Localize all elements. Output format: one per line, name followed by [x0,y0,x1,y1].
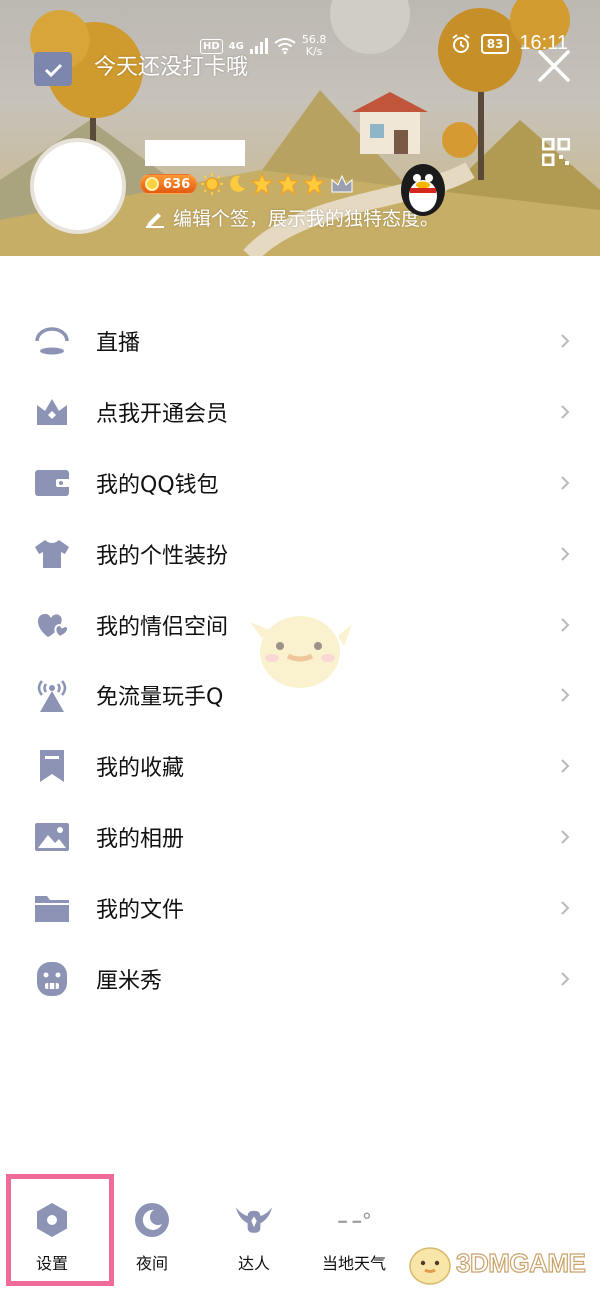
chevron-right-icon [561,830,570,844]
menu-label: 直播 [96,331,141,357]
night-mode-button[interactable]: 夜间 [102,1200,202,1274]
checkin-prompt[interactable]: 今天还没打卡哦 [94,52,248,84]
network-type: 4G [228,40,244,52]
bookmark-icon [32,746,72,786]
chick-mascot-watermark [250,616,352,688]
avatar[interactable] [30,138,126,234]
menu-item-cmshow[interactable]: 厘米秀 [0,943,600,1014]
nickname-redacted [145,140,245,166]
sun-icon [201,173,224,195]
level-badge: 636 [140,174,198,194]
chevron-right-icon [561,971,570,986]
coin-icon [145,177,159,191]
network-speed: 56.8 K/s [301,33,327,58]
menu-label: 我的情侣空间 [96,614,229,640]
night-moon-icon [132,1200,172,1240]
weather-label: 当地天气 [321,1254,386,1273]
menu-item-theme[interactable]: 我的个性装扮 [0,518,600,589]
star-icon [303,173,326,195]
chevron-right-icon [561,405,570,419]
night-label: 夜间 [135,1254,168,1273]
settings-highlight-box [6,1174,114,1286]
qr-code-icon[interactable] [542,138,570,166]
weather-temperature-icon [334,1200,374,1240]
local-weather-button[interactable]: 当地天气 [304,1200,404,1274]
menu-item-favorites[interactable]: 我的收藏 [0,731,600,802]
menu-item-vip[interactable]: 点我开通会员 [0,377,600,448]
expert-label: 达人 [237,1254,270,1273]
watermark-text: 3DMGAME [455,1247,586,1278]
wifi-icon [274,38,296,54]
cmshow-face-icon [32,959,72,999]
menu-label: 免流量玩手Q [96,685,224,711]
moon-icon [230,175,246,192]
chevron-right-icon [561,901,570,915]
star-icon [277,173,300,195]
menu-label: 我的QQ钱包 [96,472,219,498]
menu-label: 我的相册 [96,826,185,852]
hearts-icon [32,605,72,645]
vip-crown-icon [32,392,72,432]
chevron-right-icon [561,547,570,561]
expert-wings-icon [234,1200,274,1240]
alarm-icon [452,33,470,53]
qq-penguin-icon[interactable] [388,150,458,220]
level-badges[interactable]: 636 [140,172,355,196]
pencil-icon [146,212,164,228]
folder-icon [32,888,72,928]
chevron-right-icon [561,617,570,632]
menu-label: 厘米秀 [96,968,163,994]
menu-label: 我的收藏 [96,756,185,782]
menu-item-album[interactable]: 我的相册 [0,802,600,873]
close-icon[interactable] [536,48,572,84]
profile-header: HD 4G 56.8 K/s 83 16:11 今天还没打卡哦 636 编辑个签… [0,0,600,256]
status-bar: HD 4G 56.8 K/s 83 16:11 [0,30,600,60]
calendar-check-icon[interactable] [34,52,72,86]
3dmgame-watermark: 3DMGAME [404,1240,587,1286]
chevron-right-icon [561,476,570,490]
chevron-right-icon [561,759,570,773]
menu-label: 点我开通会员 [96,402,229,428]
menu-label: 我的文件 [96,897,185,923]
battery-indicator: 83 [480,33,510,54]
wallet-icon [32,463,72,503]
expert-button[interactable]: 达人 [204,1200,304,1274]
chevron-right-icon [561,688,570,703]
live-icon [32,321,72,361]
star-icon [251,173,274,195]
menu-item-files[interactable]: 我的文件 [0,872,600,943]
photo-icon [32,817,72,857]
chevron-right-icon [561,334,570,349]
menu-item-wallet[interactable]: 我的QQ钱包 [0,448,600,519]
signal-icon [249,38,268,54]
menu-item-live[interactable]: 直播 [0,306,600,377]
broadcast-icon [32,675,72,715]
tshirt-icon [32,534,72,574]
crown-badge-icon [331,174,353,193]
menu-label: 我的个性装扮 [96,543,229,569]
chick-logo-icon [409,1247,451,1285]
